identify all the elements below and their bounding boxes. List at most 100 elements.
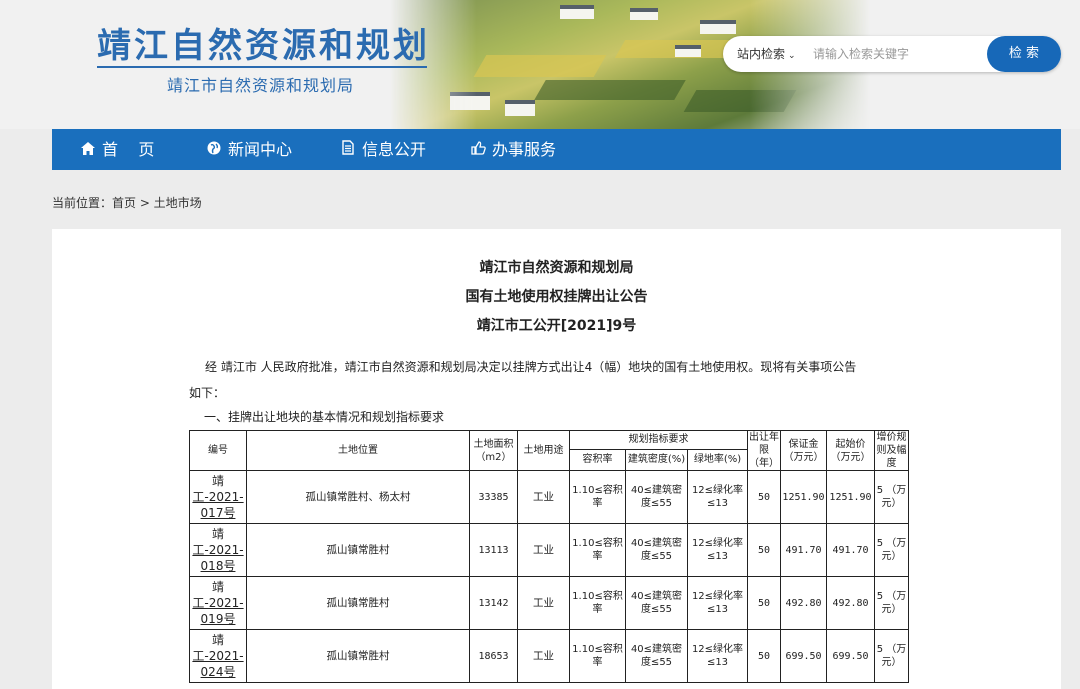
section-heading: 一、挂牌出让地块的基本情况和规划指标要求 [204,410,445,424]
banner-field [534,80,686,100]
id-part: 工-2021- [192,543,244,557]
parcel-start-price: 492.80 [826,576,875,630]
site-subtitle: 靖江市自然资源和规划局 [167,76,355,95]
search-button[interactable]: 检 索 [987,36,1061,72]
parcel-term: 50 [747,470,781,524]
breadcrumb: 当前位置：首页 > 土地市场 [52,196,202,210]
home-icon [80,131,96,172]
parcel-deposit: 492.80 [780,576,827,630]
header-density: 建筑密度(%) [625,448,688,472]
chevron-down-icon: ⌄ [788,51,796,61]
parcel-use: 工业 [517,629,570,683]
id-part: 靖 [211,633,224,647]
nav-label: 办事服务 [492,140,557,159]
nav-item-news[interactable]: 新闻中心 [206,129,292,170]
parcel-increment: 5 （万元） [874,576,909,630]
search-scope-dropdown[interactable]: 站内检索 ⌄ [737,45,796,62]
id-part: 靖 [211,527,224,541]
parcel-id[interactable]: 靖工-2021- 018号 [189,523,247,577]
site-title: 靖江自然资源和规划 [97,26,430,66]
id-part: 靖 [211,474,224,488]
parcel-deposit: 699.50 [780,629,827,683]
nav-item-services[interactable]: 办事服务 [470,129,556,170]
parcel-location: 孤山镇常胜村、杨太村 [246,470,470,524]
banner-house [630,8,658,20]
nav-label: 信息公开 [362,140,427,159]
parcel-id[interactable]: 靖工-2021- 019号 [189,576,247,630]
table-row: 靖工-2021- 017号 孤山镇常胜村、杨太村 33385 工业 1.10≤容积… [189,470,909,524]
parcel-area: 33385 [469,470,518,524]
parcel-start-price: 1251.90 [826,470,875,524]
nav-label: 首 页 [102,140,155,159]
article-doc-number: 靖江市工公开[2021]9号 [476,318,637,334]
nav-item-home[interactable]: 首 页 [80,129,154,170]
header-term: 出让年限（年） [747,430,781,471]
header-area: 土地面积（m2） [469,430,518,471]
globe-icon [206,131,222,172]
parcel-green: 12≤绿化率≤13 [687,576,748,630]
id-part: 工-2021- [192,596,244,610]
parcel-area: 18653 [469,629,518,683]
parcel-area: 13113 [469,523,518,577]
header-location: 土地位置 [246,430,470,471]
parcel-term: 50 [747,576,781,630]
parcel-id[interactable]: 靖工-2021- 017号 [189,470,247,524]
banner-house [560,5,594,19]
banner-house [675,45,701,57]
parcel-use: 工业 [517,523,570,577]
id-part: 017号 [200,506,236,520]
header-planning: 规划指标要求 [569,430,748,450]
parcel-density: 40≤建筑密度≤55 [625,523,688,577]
document-icon [340,131,356,172]
id-part: 靖 [211,580,224,594]
parcel-use: 工业 [517,470,570,524]
id-part: 工-2021- [192,490,244,504]
header-green: 绿地率(%) [687,448,748,472]
parcel-start-price: 491.70 [826,523,875,577]
banner-field [473,55,607,77]
article-title: 国有土地使用权挂牌出让公告 [465,289,648,305]
article-org: 靖江市自然资源和规划局 [479,260,634,276]
parcel-deposit: 491.70 [780,523,827,577]
header-deposit: 保证金（万元） [780,430,827,471]
banner-house [505,100,535,116]
parcel-green: 12≤绿化率≤13 [687,629,748,683]
id-part: 019号 [200,612,236,626]
parcel-location: 孤山镇常胜村 [246,576,470,630]
id-part: 018号 [200,559,236,573]
table-header-row: 编号 土地位置 土地面积（m2） 土地用途 规划指标要求 出让年限（年） 保证金… [189,430,909,471]
parcel-far: 1.10≤容积率 [569,629,626,683]
nav-item-info[interactable]: 信息公开 [340,129,426,170]
parcel-density: 40≤建筑密度≤55 [625,470,688,524]
parcel-increment: 5 （万元） [874,470,909,524]
parcel-deposit: 1251.90 [780,470,827,524]
search-input[interactable] [813,44,973,64]
parcel-density: 40≤建筑密度≤55 [625,576,688,630]
search-scope-label: 站内检索 [737,47,786,61]
nav-label: 新闻中心 [228,140,293,159]
site-header: 靖江自然资源和规划 靖江市自然资源和规划局 站内检索⌄ 检 索 [0,0,1080,129]
parcel-location: 孤山镇常胜村 [246,523,470,577]
table-row: 靖工-2021- 018号 孤山镇常胜村 13113 工业 1.10≤容积率 40… [189,523,909,577]
thumbs-up-icon [470,131,486,172]
banner-field [683,90,797,112]
header-increment: 增价规则及幅度 [874,430,909,471]
id-part: 工-2021- [192,649,244,663]
parcel-green: 12≤绿化率≤13 [687,523,748,577]
land-parcel-table: 编号 土地位置 土地面积（m2） 土地用途 规划指标要求 出让年限（年） 保证金… [189,430,909,683]
parcel-increment: 5 （万元） [874,523,909,577]
parcel-id[interactable]: 靖工-2021- 024号 [189,629,247,683]
parcel-density: 40≤建筑密度≤55 [625,629,688,683]
article-intro-cont: 如下： [189,386,226,400]
parcel-term: 50 [747,629,781,683]
parcel-far: 1.10≤容积率 [569,576,626,630]
main-nav: 首 页 新闻中心 信息公开 办事服务 [52,129,1061,170]
table-row: 靖工-2021- 024号 孤山镇常胜村 18653 工业 1.10≤容积率 40… [189,629,909,683]
header-far: 容积率 [569,448,626,472]
header-id: 编号 [189,430,247,471]
parcel-increment: 5 （万元） [874,629,909,683]
title-underline [97,66,427,68]
parcel-location: 孤山镇常胜村 [246,629,470,683]
parcel-area: 13142 [469,576,518,630]
banner-house [450,92,490,110]
